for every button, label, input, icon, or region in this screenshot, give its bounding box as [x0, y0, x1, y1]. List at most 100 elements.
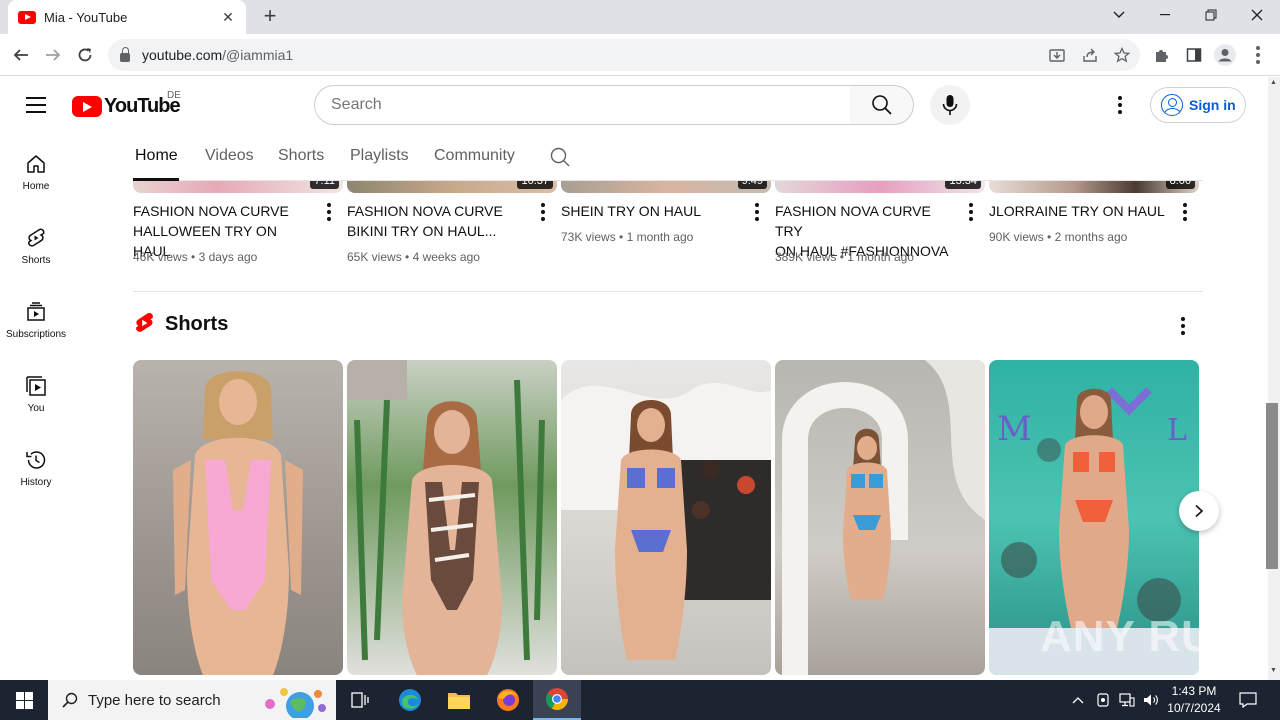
- forward-arrow-icon[interactable]: [40, 42, 66, 68]
- youtube-logo[interactable]: YouTube DE: [72, 90, 181, 118]
- microphone-icon: [942, 95, 958, 115]
- clock-date: 10/7/2024: [1167, 701, 1221, 715]
- short-thumbnail[interactable]: [561, 360, 771, 675]
- page-scrollbar-track[interactable]: [1268, 77, 1280, 680]
- tab-close-icon[interactable]: ✕: [220, 9, 236, 26]
- section-divider: [133, 291, 1203, 292]
- reload-icon[interactable]: [72, 42, 98, 68]
- youtube-masthead: YouTube DE Sign in: [0, 77, 1268, 133]
- shorts-next-button[interactable]: [1179, 491, 1219, 531]
- video-menu-icon[interactable]: [1183, 203, 1187, 221]
- volume-icon[interactable]: [1140, 680, 1162, 720]
- guide-item-shorts[interactable]: Shorts: [0, 207, 72, 277]
- tray-device-icon[interactable]: [1092, 680, 1114, 720]
- file-explorer-icon[interactable]: [435, 680, 483, 720]
- address-bar[interactable]: youtube.com/@iammia1: [108, 39, 1140, 71]
- guide-item-you[interactable]: You: [0, 355, 72, 425]
- guide-item-home[interactable]: Home: [0, 133, 72, 203]
- short-thumbnail[interactable]: [775, 360, 985, 675]
- new-tab-button[interactable]: +: [258, 4, 282, 28]
- search-button[interactable]: [850, 85, 914, 125]
- chrome-menu-icon[interactable]: [1247, 44, 1269, 66]
- tab-shorts[interactable]: Shorts: [278, 147, 324, 165]
- bookmark-star-icon[interactable]: [1111, 44, 1133, 66]
- video-title[interactable]: SHEIN TRY ON HAUL: [561, 201, 741, 221]
- browser-tab-active[interactable]: Mia - YouTube ✕: [8, 0, 246, 34]
- svg-text:M: M: [997, 409, 1032, 449]
- tab-playlists[interactable]: Playlists: [350, 147, 409, 165]
- subscriptions-icon: [27, 302, 45, 321]
- video-title[interactable]: FASHION NOVA CURVE BIKINI TRY ON HAUL...: [347, 201, 527, 241]
- profile-avatar-icon[interactable]: [1214, 44, 1236, 66]
- page-scrollbar-thumb[interactable]: [1266, 403, 1278, 569]
- video-menu-icon[interactable]: [969, 203, 973, 221]
- video-duration: 7:11: [310, 181, 339, 189]
- video-thumbnail[interactable]: 7:11: [133, 181, 343, 193]
- account-icon: [1161, 94, 1183, 116]
- channel-search-icon[interactable]: [550, 147, 570, 172]
- video-thumbnail[interactable]: 8:06: [989, 181, 1199, 193]
- close-window-button[interactable]: [1234, 0, 1280, 30]
- firefox-icon[interactable]: [484, 680, 532, 720]
- video-duration: 13:34: [945, 181, 981, 189]
- scroll-down-arrow-icon[interactable]: ▼: [1270, 667, 1277, 674]
- minimize-button[interactable]: [1142, 0, 1188, 30]
- edge-browser-icon[interactable]: [386, 680, 434, 720]
- video-menu-icon[interactable]: [327, 203, 331, 221]
- video-thumbnail[interactable]: 10:37: [347, 181, 557, 193]
- sign-in-button[interactable]: Sign in: [1150, 87, 1246, 123]
- search-icon: [871, 95, 892, 115]
- video-duration: 8:06: [1165, 181, 1195, 189]
- guide-label: You: [27, 403, 45, 414]
- windows-logo-icon: [15, 691, 33, 709]
- search-box[interactable]: [314, 85, 851, 125]
- restore-button[interactable]: [1188, 0, 1234, 30]
- tab-videos[interactable]: Videos: [205, 147, 254, 165]
- side-panel-icon[interactable]: [1183, 44, 1205, 66]
- guide-item-subscriptions[interactable]: Subscriptions: [0, 281, 72, 351]
- guide-menu-icon[interactable]: [26, 97, 46, 113]
- video-thumbnail[interactable]: 9:49: [561, 181, 771, 193]
- chrome-taskbar-icon[interactable]: [533, 680, 581, 720]
- guide-item-history[interactable]: History: [0, 429, 72, 499]
- tab-home[interactable]: Home: [135, 147, 178, 165]
- guide-label: Shorts: [21, 255, 51, 266]
- taskbar-clock[interactable]: 1:43 PM 10/7/2024: [1162, 683, 1226, 717]
- back-arrow-icon[interactable]: [8, 42, 34, 68]
- video-menu-icon[interactable]: [755, 203, 759, 221]
- tab-title: Mia - YouTube: [44, 9, 128, 25]
- video-thumbnail[interactable]: 13:34: [775, 181, 985, 193]
- shorts-menu-icon[interactable]: [1175, 316, 1191, 336]
- install-app-icon[interactable]: [1046, 44, 1068, 66]
- settings-kebab-icon[interactable]: [1111, 95, 1129, 115]
- network-icon[interactable]: [1116, 680, 1138, 720]
- video-title[interactable]: JLORRAINE TRY ON HAUL: [989, 201, 1169, 221]
- video-metadata: 389K views • 1 month ago: [775, 250, 914, 264]
- youtube-favicon-icon: [18, 10, 36, 24]
- taskbar-search-box[interactable]: Type here to search: [48, 680, 336, 720]
- tray-chevron-up-icon[interactable]: [1068, 680, 1088, 720]
- sign-in-label: Sign in: [1189, 97, 1236, 113]
- start-button[interactable]: [0, 680, 48, 720]
- extensions-puzzle-icon[interactable]: [1151, 44, 1173, 66]
- lock-icon[interactable]: [120, 46, 130, 62]
- video-duration: 10:37: [517, 181, 553, 189]
- video-duration: 9:49: [737, 181, 767, 189]
- guide-label: Subscriptions: [5, 329, 67, 340]
- voice-search-button[interactable]: [930, 85, 970, 125]
- tab-search-chevron-icon[interactable]: [1096, 0, 1142, 30]
- short-thumbnail[interactable]: [133, 360, 343, 675]
- scroll-up-arrow-icon[interactable]: ▲: [1270, 79, 1277, 86]
- video-menu-icon[interactable]: [541, 203, 545, 221]
- share-icon[interactable]: [1079, 44, 1101, 66]
- notifications-icon[interactable]: [1232, 680, 1264, 720]
- chevron-right-icon: [1195, 504, 1204, 518]
- search-highlight-globe-icon: [265, 688, 326, 718]
- anyrun-watermark: ANY RUN: [1040, 612, 1247, 661]
- shorts-icon: [28, 228, 45, 247]
- search-input[interactable]: [331, 96, 850, 114]
- tab-community[interactable]: Community: [434, 147, 515, 165]
- guide-label: History: [20, 477, 52, 488]
- short-thumbnail[interactable]: [347, 360, 557, 675]
- task-view-icon[interactable]: [336, 680, 384, 720]
